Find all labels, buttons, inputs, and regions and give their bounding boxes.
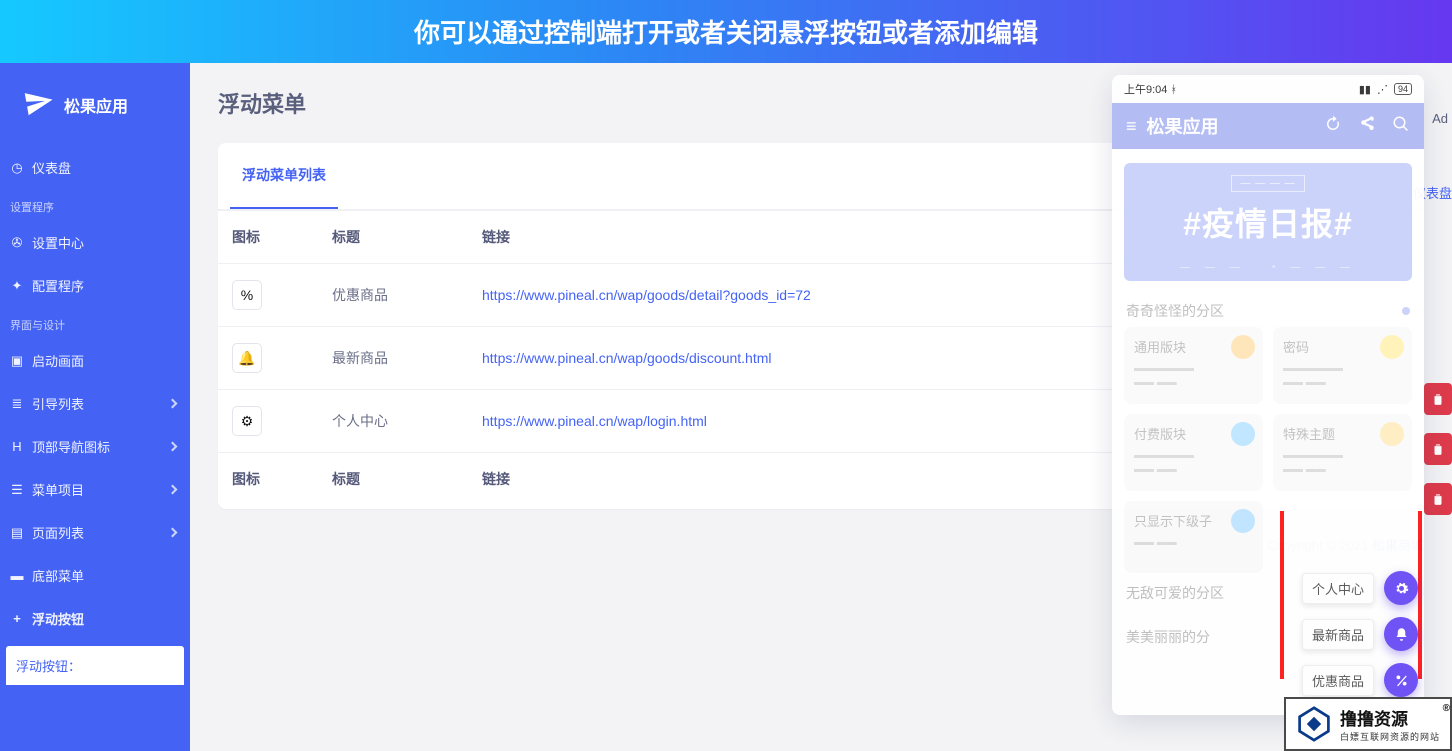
phone-section-1: 奇奇怪怪的分区 (1112, 291, 1424, 327)
phone-hero-banner[interactable]: — — — — #疫情日报# — — — • — — — (1124, 163, 1412, 281)
phone-card-general[interactable]: 通用版块 ▬▬▬▬▬▬▬▬ ▬▬ (1124, 327, 1263, 404)
brand[interactable]: 松果应用 (0, 81, 190, 146)
phone-float-menu: 个人中心 最新商品 优惠商品 (1284, 565, 1424, 709)
cell-title: 最新商品 (318, 327, 468, 390)
badge-icon (1380, 422, 1404, 446)
th-title: 标题 (318, 211, 468, 264)
bell-icon: 🔔 (232, 343, 262, 373)
nav-page-list[interactable]: ▤页面列表 (0, 511, 190, 554)
dot-icon (1402, 307, 1410, 315)
signal-icon: ▮▮ (1359, 83, 1371, 96)
float-btn-percent[interactable] (1384, 663, 1418, 697)
menu-icon: ☰ (10, 482, 24, 498)
nav-settings-center[interactable]: ✇设置中心 (0, 221, 190, 264)
phone-statusbar: 上午9:04 ᚼ ▮▮ ⋰ 94 (1112, 75, 1424, 103)
phone-preview: 上午9:04 ᚼ ▮▮ ⋰ 94 ≡ 松果应用 — — — — #疫情日报# —… (1112, 75, 1424, 715)
gear-icon: ⚙ (232, 406, 262, 436)
bluetooth-icon: ᚼ (1170, 84, 1177, 96)
row-link[interactable]: https://www.pineal.cn/wap/goods/discount… (482, 350, 772, 366)
heading-icon: H (10, 439, 24, 454)
banner-text: 你可以通过控制端打开或者关闭悬浮按钮或者添加编辑 (414, 13, 1038, 50)
chevron-right-icon (168, 485, 178, 495)
row-link[interactable]: https://www.pineal.cn/wap/goods/detail?g… (482, 287, 811, 303)
cell-icon: % (218, 264, 318, 327)
phone-app-title: 松果应用 (1147, 113, 1219, 139)
nav-guide-list[interactable]: ≣引导列表 (0, 382, 190, 425)
cell-title: 优惠商品 (318, 264, 468, 327)
chevron-right-icon (168, 399, 178, 409)
nav-float-button-sub[interactable]: 浮动按钮： (6, 646, 184, 685)
nav-top-nav-icon[interactable]: H顶部导航图标 (0, 425, 190, 468)
percent-icon: % (232, 280, 262, 310)
row-link[interactable]: https://www.pineal.cn/wap/login.html (482, 413, 707, 429)
tab-float-menu-list[interactable]: 浮动菜单列表 (230, 143, 338, 209)
plus-icon: + (10, 611, 24, 626)
top-banner: 你可以通过控制端打开或者关闭悬浮按钮或者添加编辑 (0, 0, 1452, 63)
nav-menu-items[interactable]: ☰菜单项目 (0, 468, 190, 511)
watermark-badge: 撸撸资源® 白嫖互联网资源的网站 (1284, 697, 1452, 751)
nav-group-config: 设置程序 (0, 189, 190, 221)
phone-card-subonly[interactable]: 只显示下级子 ▬▬ ▬▬ (1124, 501, 1263, 573)
float-label-personal[interactable]: 个人中心 (1302, 573, 1374, 604)
float-btn-bell[interactable] (1384, 617, 1418, 651)
gauge-icon: ◷ (10, 160, 24, 176)
list-icon: ≣ (10, 396, 24, 412)
paper-plane-icon (24, 87, 54, 122)
app-shell: 松果应用 ◷仪表盘 设置程序 ✇设置中心 ✦配置程序 界面与设计 ▣启动画面 ≣… (0, 63, 1452, 751)
sidebar: 松果应用 ◷仪表盘 设置程序 ✇设置中心 ✦配置程序 界面与设计 ▣启动画面 ≣… (0, 63, 190, 751)
watermark-logo-icon (1296, 706, 1332, 742)
tf-title: 标题 (318, 453, 468, 506)
refresh-icon[interactable] (1324, 115, 1342, 138)
badge-icon (1380, 335, 1404, 359)
bar-icon: ▬ (10, 568, 24, 583)
badge-icon (1231, 422, 1255, 446)
badge-icon (1231, 335, 1255, 359)
nav-dashboard[interactable]: ◷仪表盘 (0, 146, 190, 189)
cell-icon: 🔔 (218, 327, 318, 390)
tf-icon: 图标 (218, 453, 318, 506)
battery-icon: 94 (1394, 83, 1412, 95)
phone-card-special[interactable]: 特殊主题 ▬▬▬▬▬▬▬▬ ▬▬ (1273, 414, 1412, 491)
share-icon[interactable] (1358, 115, 1376, 138)
wrench-icon: ✦ (10, 278, 24, 294)
search-icon[interactable] (1392, 115, 1410, 138)
float-label-newest[interactable]: 最新商品 (1302, 619, 1374, 650)
cell-icon: ⚙ (218, 390, 318, 453)
hamburger-icon[interactable]: ≡ (1126, 116, 1137, 137)
badge-icon (1231, 509, 1255, 533)
phone-card-paid[interactable]: 付费版块 ▬▬▬▬▬▬▬▬ ▬▬ (1124, 414, 1263, 491)
nav-float-button[interactable]: +浮动按钮 (0, 597, 190, 640)
pages-icon: ▤ (10, 525, 24, 541)
screen-icon: ▣ (10, 353, 24, 369)
chevron-right-icon (168, 442, 178, 452)
sliders-icon: ✇ (10, 235, 24, 251)
float-label-discount[interactable]: 优惠商品 (1302, 665, 1374, 696)
phone-topbar: ≡ 松果应用 (1112, 103, 1424, 149)
nav-group-ui: 界面与设计 (0, 307, 190, 339)
brand-name: 松果应用 (64, 93, 128, 117)
nav-bottom-menu[interactable]: ▬底部菜单 (0, 554, 190, 597)
chevron-right-icon (168, 528, 178, 538)
th-icon: 图标 (218, 211, 318, 264)
wifi-icon: ⋰ (1377, 83, 1388, 96)
float-btn-gear[interactable] (1384, 571, 1418, 605)
phone-card-password[interactable]: 密码 ▬▬▬▬▬▬▬▬ ▬▬ (1273, 327, 1412, 404)
nav-startup-screen[interactable]: ▣启动画面 (0, 339, 190, 382)
cell-title: 个人中心 (318, 390, 468, 453)
nav-config-program[interactable]: ✦配置程序 (0, 264, 190, 307)
